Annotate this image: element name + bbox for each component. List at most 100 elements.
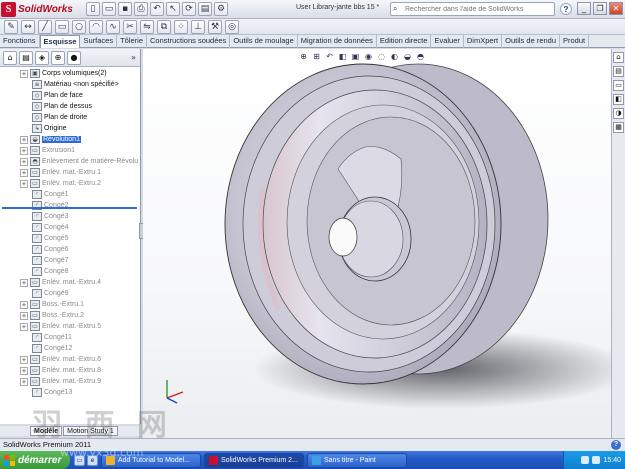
tab-surfaces[interactable]: Surfaces xyxy=(80,35,118,48)
tree-node[interactable]: ≡ Matériau <non spécifié> xyxy=(0,79,140,90)
tab-edition-directe[interactable]: Edition directe xyxy=(377,35,432,48)
help-search-input[interactable] xyxy=(405,5,545,13)
new-document-icon[interactable]: ▯ xyxy=(86,2,100,16)
expand-toggle-icon[interactable]: + xyxy=(20,311,28,320)
mirror-icon[interactable]: ⇋ xyxy=(140,19,154,34)
tab-evaluer[interactable]: Evaluer xyxy=(431,35,464,48)
rebuild-icon[interactable]: ⟳ xyxy=(182,2,196,16)
line-icon[interactable]: ╱ xyxy=(38,19,52,34)
tree-node[interactable]: + ◓ Enlèvement de matière-Révolu xyxy=(0,156,140,167)
expand-toggle-icon[interactable]: + xyxy=(20,355,28,364)
graphics-area[interactable]: ⊕ ⊞ ↶ ◧ ▣ ◉ ◌ ◐ ◒ ◓ xyxy=(143,49,611,438)
rollback-bar[interactable] xyxy=(2,207,137,209)
open-icon[interactable]: ▭ xyxy=(102,2,116,16)
trim-icon[interactable]: ✂ xyxy=(123,19,137,34)
expand-toggle-icon[interactable]: + xyxy=(20,278,28,287)
tab-constructions-soud-es[interactable]: Constructions soudées xyxy=(147,35,231,48)
expand-toggle-icon[interactable]: + xyxy=(20,322,28,331)
tree-node[interactable]: + ▭ Enlèv. mat.-Extru.5 xyxy=(0,321,140,332)
sketch-icon[interactable]: ✎ xyxy=(4,19,18,34)
expand-toggle-icon[interactable]: + xyxy=(20,157,28,166)
tree-node[interactable]: ◜ Congé3 xyxy=(0,211,140,222)
tree-node[interactable]: + ▭ Enlèv. mat.-Extru.9 xyxy=(0,376,140,387)
tree-node[interactable]: ◜ Congé12 xyxy=(0,343,140,354)
quick-snaps-icon[interactable]: ◎ xyxy=(225,19,239,34)
rectangle-icon[interactable]: ▭ xyxy=(55,19,69,34)
tree-node[interactable]: + ▭ Extrusion1 xyxy=(0,145,140,156)
tree-node[interactable]: ◜ Congé8 xyxy=(0,266,140,277)
tree-node[interactable]: ↳ Origine xyxy=(0,123,140,134)
expand-toggle-icon[interactable]: + xyxy=(20,69,28,78)
tree-node[interactable]: ◜ Congé4 xyxy=(0,222,140,233)
undo-icon[interactable]: ↶ xyxy=(150,2,164,16)
tree-node[interactable]: + ◒ Révolution1 xyxy=(0,134,140,145)
tree-node[interactable]: ◜ Congé1 xyxy=(0,189,140,200)
tree-node[interactable]: ◜ Congé11 xyxy=(0,332,140,343)
close-button[interactable]: ✕ xyxy=(609,2,623,15)
tab-migration-de-donn-es[interactable]: Migration de données xyxy=(298,35,377,48)
arc-icon[interactable]: ◠ xyxy=(89,19,103,34)
tree-node[interactable]: + ▭ Boss.-Extru.2 xyxy=(0,310,140,321)
pattern-icon[interactable]: ⁘ xyxy=(174,19,188,34)
expand-toggle-icon[interactable]: + xyxy=(20,146,28,155)
solidworks-logo[interactable]: S SolidWorks xyxy=(1,1,83,18)
help-search[interactable]: ⌕ xyxy=(390,2,555,16)
tree-node[interactable]: + ▭ Enlèv. mat.-Extru.1 xyxy=(0,167,140,178)
wheel-rim-model[interactable] xyxy=(143,49,611,438)
help-icon[interactable]: ? xyxy=(560,3,572,15)
circle-icon[interactable]: ○ xyxy=(72,19,86,34)
save-icon[interactable]: ▪ xyxy=(118,2,132,16)
repair-icon[interactable]: ⚒ xyxy=(208,19,222,34)
tab-esquisse[interactable]: Esquisse xyxy=(39,35,81,48)
offset-icon[interactable]: ⧉ xyxy=(157,19,171,34)
select-icon[interactable]: ↖ xyxy=(166,2,180,16)
tree-node[interactable]: ◇ Plan de droite xyxy=(0,112,140,123)
tree-node[interactable]: ◜ Congé2 xyxy=(0,200,140,211)
minimize-button[interactable]: _ xyxy=(577,2,591,15)
tab-dimxpert[interactable]: DimXpert xyxy=(464,35,503,48)
tree-node[interactable]: + ▭ Enlèv. mat.-Extru.6 xyxy=(0,354,140,365)
tab-produt[interactable]: Produt xyxy=(560,35,590,48)
network-icon[interactable] xyxy=(581,456,590,464)
property-manager-icon[interactable]: ▤ xyxy=(19,50,33,65)
tree-node[interactable]: + ▭ Enlèv. mat.-Extru.2 xyxy=(0,178,140,189)
expand-toggle-icon[interactable]: + xyxy=(20,168,28,177)
dimxpert-manager-icon[interactable]: ⊕ xyxy=(51,50,65,65)
feature-manager-tree-icon[interactable]: ⌂ xyxy=(3,50,17,65)
expand-toggle-icon[interactable]: + xyxy=(20,135,28,144)
view-palette-icon[interactable]: ◧ xyxy=(613,94,624,105)
tree-node[interactable]: ◜ Congé5 xyxy=(0,233,140,244)
expand-toggle-icon[interactable]: + xyxy=(20,366,28,375)
tree-node[interactable]: + ▣ Corps volumiques(2) xyxy=(0,68,140,79)
smart-dimension-icon[interactable]: ↔ xyxy=(21,19,35,34)
expand-toggle-icon[interactable]: + xyxy=(20,300,28,309)
panel-expand-icon[interactable]: » xyxy=(131,53,136,62)
status-help-icon[interactable]: ? xyxy=(611,440,621,450)
tree-node[interactable]: + ▭ Enlèv. mat.-Extru.8 xyxy=(0,365,140,376)
tree-node[interactable]: + ▭ Enlèv. mat.-Extru.4 xyxy=(0,277,140,288)
restore-button[interactable]: ❐ xyxy=(593,2,607,15)
configuration-manager-icon[interactable]: ◈ xyxy=(35,50,49,65)
file-properties-icon[interactable]: ▤ xyxy=(198,2,212,16)
tree-node[interactable]: ◜ Congé7 xyxy=(0,255,140,266)
print-icon[interactable]: ⎙ xyxy=(134,2,148,16)
appearances-icon[interactable]: ◑ xyxy=(613,108,624,119)
tree-node[interactable]: + ▭ Boss.-Extru.1 xyxy=(0,299,140,310)
tab-outils-de-moulage[interactable]: Outils de moulage xyxy=(230,35,298,48)
options-icon[interactable]: ⚙ xyxy=(214,2,228,16)
tab-t-lerie[interactable]: Tôlerie xyxy=(117,35,148,48)
tree-node[interactable]: ◜ Congé9 xyxy=(0,288,140,299)
custom-properties-icon[interactable]: ▦ xyxy=(613,122,624,133)
tab-outils-de-rendu[interactable]: Outils de rendu xyxy=(502,35,561,48)
expand-toggle-icon[interactable]: + xyxy=(20,179,28,188)
taskbar-button[interactable]: Sans titre - Paint xyxy=(307,452,407,468)
spline-icon[interactable]: ∿ xyxy=(106,19,120,34)
tree-node[interactable]: ◜ Congé13 xyxy=(0,387,140,398)
display-manager-icon[interactable]: ● xyxy=(67,50,81,65)
tab-fonctions[interactable]: Fonctions xyxy=(0,35,40,48)
taskbar-button[interactable]: SolidWorks Premium 2... xyxy=(204,452,304,468)
file-explorer-icon[interactable]: ▭ xyxy=(613,80,624,91)
tree-node[interactable]: ◇ Plan de dessus xyxy=(0,101,140,112)
tree-node[interactable]: ◜ Congé6 xyxy=(0,244,140,255)
relations-icon[interactable]: ⊥ xyxy=(191,19,205,34)
